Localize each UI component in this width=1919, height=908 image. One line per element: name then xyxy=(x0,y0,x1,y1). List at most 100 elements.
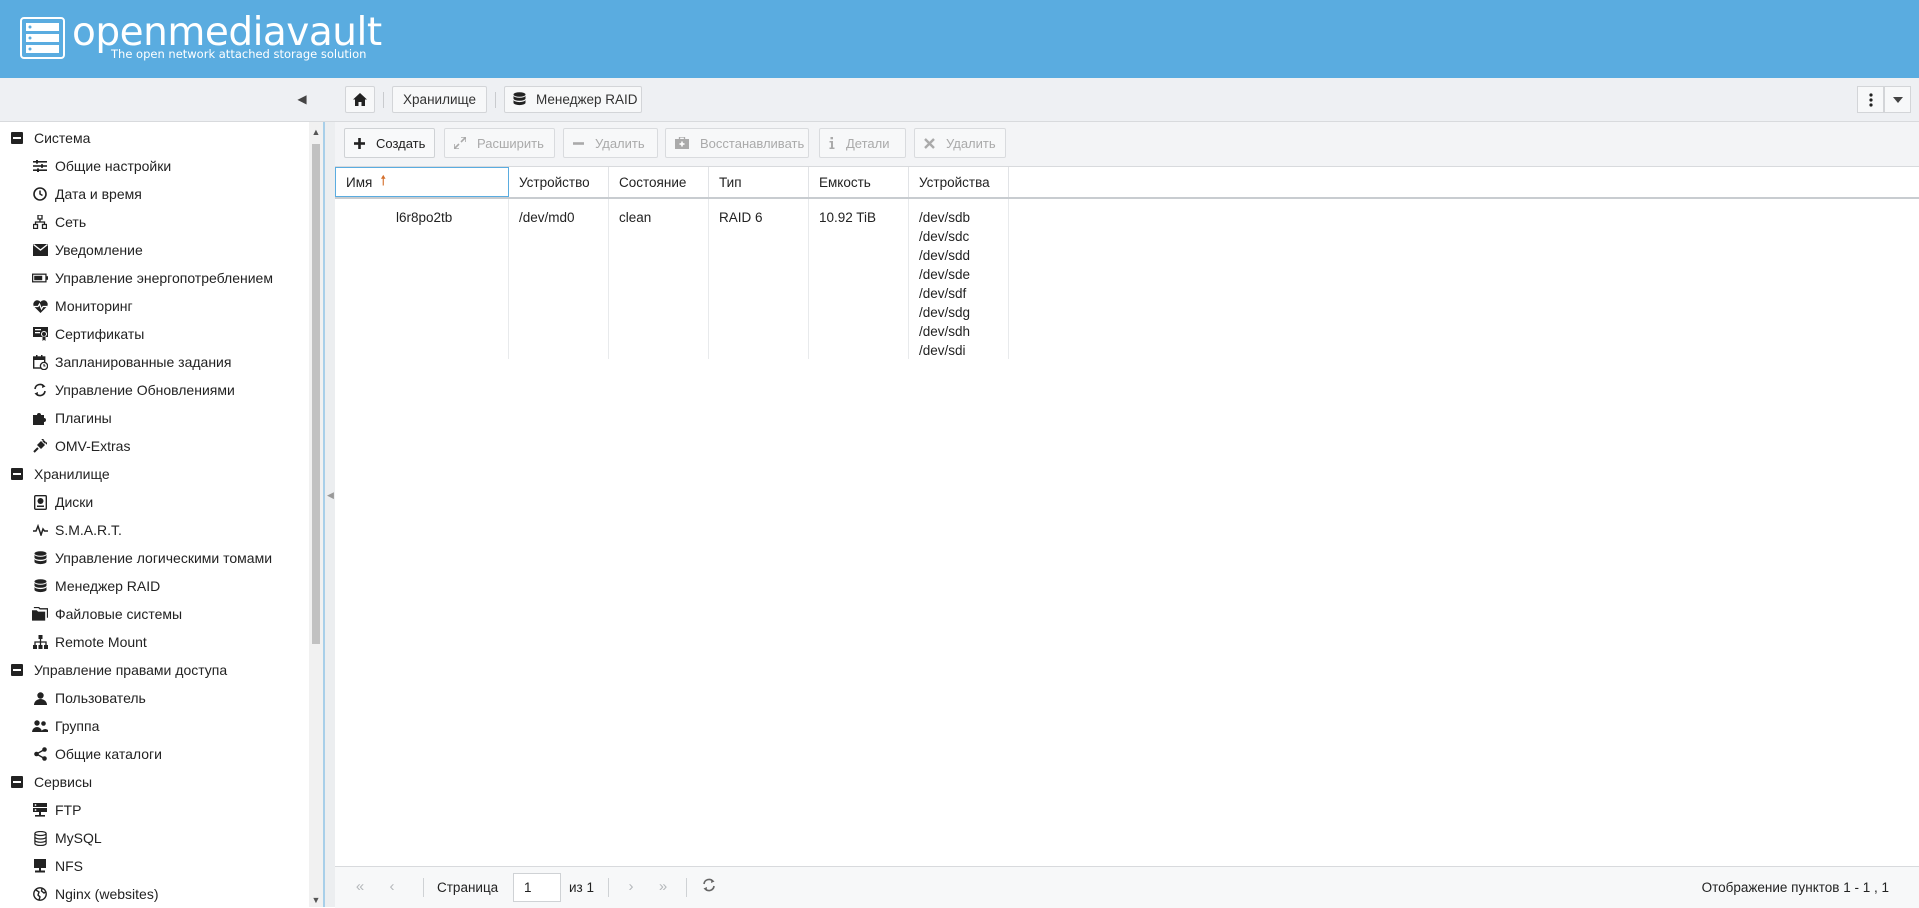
pager-separator xyxy=(608,878,609,897)
info-icon xyxy=(829,137,835,149)
sliders-icon xyxy=(32,158,48,174)
expand-icon xyxy=(454,137,466,149)
more-options-button[interactable] xyxy=(1857,86,1884,113)
next-page-icon[interactable]: › xyxy=(622,878,640,896)
nav-item-label: FTP xyxy=(55,802,82,818)
nav-item-nfs[interactable]: NFS xyxy=(32,855,83,877)
raid-manager-panel: Создать Расширить Удалить Восстанавливат… xyxy=(335,122,1919,908)
scroll-down-icon[interactable]: ▼ xyxy=(311,895,321,905)
nav-item-network[interactable]: Сеть xyxy=(32,211,86,233)
device-entry: /dev/sdd xyxy=(919,248,971,263)
nav-item-monitoring[interactable]: Мониторинг xyxy=(32,295,133,317)
nav-group-label: Сервисы xyxy=(34,774,93,790)
collapse-minus-icon[interactable] xyxy=(11,664,23,676)
nav-item-mysql[interactable]: MySQL xyxy=(32,827,102,849)
nav-item-general-settings[interactable]: Общие настройки xyxy=(32,155,171,177)
nav-group-services[interactable]: Сервисы xyxy=(0,771,92,793)
scroll-up-icon[interactable]: ▲ xyxy=(311,127,321,137)
cell-device: /dev/md0 xyxy=(509,199,609,359)
details-button[interactable]: Детали xyxy=(819,128,906,158)
home-icon xyxy=(353,93,367,106)
refresh-icon[interactable] xyxy=(700,878,718,896)
nav-item-smart[interactable]: S.M.A.R.T. xyxy=(32,519,122,541)
column-header-state[interactable]: Состояние xyxy=(609,167,709,197)
nav-group-system[interactable]: Система xyxy=(0,127,90,149)
splitter-collapse-icon[interactable]: ◀ xyxy=(327,488,334,502)
column-header-type[interactable]: Тип xyxy=(709,167,809,197)
nav-item-nginx[interactable]: Nginx (websites) xyxy=(32,883,158,905)
nav-item-power-management[interactable]: Управление энергопотреблением xyxy=(32,267,273,289)
cell-state: clean xyxy=(609,199,709,359)
column-header-name[interactable]: Имя 🠕 xyxy=(335,167,509,197)
nav-item-group[interactable]: Группа xyxy=(32,715,99,737)
nav-group-label: Хранилище xyxy=(34,466,110,482)
nav-item-shared-folders[interactable]: Общие каталоги xyxy=(32,743,162,765)
nav-item-raid-manager[interactable]: Менеджер RAID xyxy=(32,575,160,597)
delete-button[interactable]: Удалить xyxy=(914,128,1006,158)
nav-item-label: Управление логическими томами xyxy=(55,550,273,566)
users-icon xyxy=(32,718,48,734)
nav-item-plugins[interactable]: Плагины xyxy=(32,407,112,429)
nav-item-disks[interactable]: Диски xyxy=(32,491,93,513)
clock-icon xyxy=(32,186,48,202)
create-button[interactable]: Создать xyxy=(344,128,435,158)
nav-item-certificates[interactable]: Сертификаты xyxy=(32,323,144,345)
share-icon xyxy=(32,746,48,762)
nav-item-date-time[interactable]: Дата и время xyxy=(32,183,142,205)
page-count-label: из 1 xyxy=(569,880,594,895)
collapse-minus-icon[interactable] xyxy=(11,776,23,788)
nav-item-remote-mount[interactable]: Remote Mount xyxy=(32,631,147,653)
nav-item-file-systems[interactable]: Файловые системы xyxy=(32,603,182,625)
envelope-icon xyxy=(32,242,48,258)
breadcrumb-raid-manager[interactable]: Менеджер RAID xyxy=(504,86,642,113)
nav-group-access-rights[interactable]: Управление правами доступа xyxy=(0,659,227,681)
recover-button[interactable]: Восстанавливать xyxy=(665,128,809,158)
device-entry: /dev/sdc xyxy=(919,229,970,244)
collapse-sidebar-icon[interactable]: ◀ xyxy=(294,91,310,107)
nav-item-label: Общие каталоги xyxy=(55,746,162,762)
breadcrumb-home[interactable] xyxy=(345,86,375,113)
nav-item-scheduled-jobs[interactable]: Запланированные задания xyxy=(32,351,231,373)
grow-button[interactable]: Расширить xyxy=(444,128,555,158)
globe-icon xyxy=(32,886,48,902)
nav-item-notification[interactable]: Уведомление xyxy=(32,239,143,261)
nav-item-label: Сертификаты xyxy=(55,326,145,342)
create-button-label: Создать xyxy=(376,135,426,151)
grid-header: Имя 🠕 Устройство Состояние Тип Емкость У… xyxy=(335,167,1919,199)
nav-item-user[interactable]: Пользователь xyxy=(32,687,146,709)
column-header-capacity[interactable]: Емкость xyxy=(809,167,909,197)
remove-button-label: Удалить xyxy=(595,135,645,151)
nav-item-lvm[interactable]: Управление логическими томами xyxy=(32,547,272,569)
sidebar-splitter[interactable] xyxy=(325,122,335,907)
dropdown-button[interactable] xyxy=(1884,86,1911,113)
nav-group-label: Система xyxy=(34,130,91,146)
column-header-devices[interactable]: Устройства xyxy=(909,167,1009,197)
nav-item-label: Диски xyxy=(55,494,94,510)
nav-item-omv-extras[interactable]: OMV-Extras xyxy=(32,435,130,457)
nav-item-label: Пользователь xyxy=(55,690,146,706)
caret-down-icon xyxy=(1892,96,1903,103)
device-entry: /dev/sdf xyxy=(919,286,967,301)
scrollbar-thumb[interactable] xyxy=(312,144,320,644)
prev-page-icon[interactable]: ‹ xyxy=(383,878,401,896)
database-icon xyxy=(513,92,526,106)
collapse-minus-icon[interactable] xyxy=(11,468,23,480)
first-page-icon[interactable]: « xyxy=(351,878,369,896)
column-header-device[interactable]: Устройство xyxy=(509,167,609,197)
sort-ascending-icon: 🠕 xyxy=(380,172,387,188)
sidebar-scrollbar[interactable]: ▲ ▼ xyxy=(309,122,323,907)
nav-item-ftp[interactable]: FTP xyxy=(32,799,81,821)
collapse-minus-icon[interactable] xyxy=(11,132,23,144)
page-number-input[interactable] xyxy=(513,873,561,902)
last-page-icon[interactable]: » xyxy=(654,878,672,896)
grow-button-label: Расширить xyxy=(477,135,544,151)
nav-item-update-management[interactable]: Управление Обновлениями xyxy=(32,379,235,401)
medkit-icon xyxy=(675,137,689,149)
table-row[interactable]: l6r8po2tb /dev/md0 clean RAID 6 10.92 Ti… xyxy=(335,199,1919,359)
nav-item-label: MySQL xyxy=(55,830,102,846)
plug-icon xyxy=(32,438,48,454)
breadcrumb-storage[interactable]: Хранилище xyxy=(392,86,487,113)
device-entry: /dev/sdb xyxy=(919,210,971,225)
remove-button[interactable]: Удалить xyxy=(563,128,658,158)
nav-group-storage[interactable]: Хранилище xyxy=(0,463,110,485)
